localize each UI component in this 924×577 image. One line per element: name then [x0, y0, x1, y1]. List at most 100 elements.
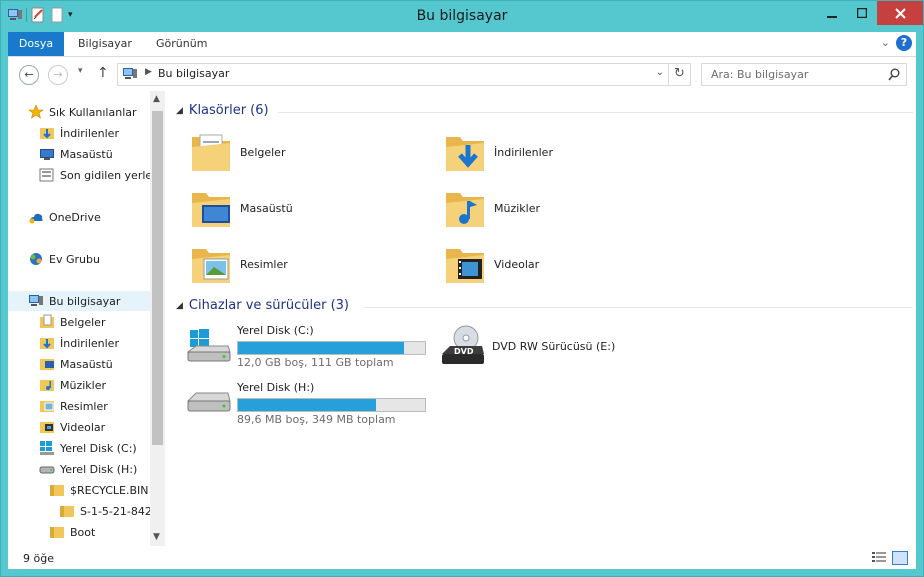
nav-homegroup[interactable]: Ev Grubu [28, 249, 100, 269]
folder-label: Videolar [494, 257, 540, 271]
folder-label: Resimler [240, 257, 288, 271]
collapse-chevron-icon[interactable]: ◢ [176, 301, 183, 311]
tab-view[interactable]: Görünüm [156, 32, 207, 56]
folder-tile-downloads[interactable]: İndirilenler [444, 129, 553, 175]
nav-onedrive-label: OneDrive [49, 210, 101, 224]
desktop-icon [40, 149, 54, 160]
folder-tile-videos[interactable]: Videolar [444, 241, 539, 287]
folder-icon [60, 506, 74, 517]
up-arrow-icon[interactable]: ↑ [97, 65, 109, 81]
drive-tile-dvd[interactable]: DVD DVD RW Sürücüsü (E:) [440, 324, 615, 368]
nav-item-sid-folder[interactable]: S-1-5-21-842 [59, 501, 150, 521]
desktop-folder-icon [192, 193, 230, 227]
hard-drive-icon [39, 466, 55, 474]
address-dropdown-icon[interactable]: ⌄ [656, 67, 664, 78]
nav-item-downloads-pc[interactable]: İndirilenler [39, 333, 119, 353]
star-icon [28, 104, 44, 119]
window-title: Bu bilgisayar [416, 8, 508, 24]
nav-this-pc[interactable]: Bu bilgisayar [8, 291, 150, 311]
nav-item-label: Yerel Disk (H:) [60, 462, 138, 476]
computer-icon [29, 295, 43, 306]
minimize-button[interactable] [817, 1, 847, 25]
close-button[interactable] [877, 1, 923, 25]
downloads-folder-icon [40, 128, 54, 139]
nav-onedrive[interactable]: OneDrive [28, 207, 101, 227]
status-bar: 9 öğe [8, 546, 916, 569]
devices-heading: Cihazlar ve sürücüler (3) [188, 298, 350, 313]
drive-usage-fill [238, 399, 377, 411]
windows-drive-icon [186, 329, 231, 362]
nav-item-music[interactable]: Müzikler [39, 375, 106, 395]
nav-scrollbar[interactable]: ▲ ▼ [150, 91, 165, 546]
nav-item-label: Videolar [60, 420, 106, 434]
forward-button[interactable]: → [48, 65, 68, 85]
nav-item-recycle-bin[interactable]: $RECYCLE.BIN [49, 480, 148, 500]
folders-group-header[interactable]: ◢ Klasörler (6) [176, 103, 269, 118]
pictures-folder-icon [192, 249, 230, 283]
nav-item-desktop-pc[interactable]: Masaüstü [39, 354, 113, 374]
folder-label: Belgeler [240, 145, 286, 159]
group-divider [278, 112, 913, 113]
tab-file[interactable]: Dosya [8, 32, 64, 56]
scroll-up-icon[interactable]: ▲ [153, 94, 160, 104]
nav-item-downloads[interactable]: İndirilenler [39, 123, 119, 143]
nav-item-label: Müzikler [60, 378, 107, 392]
details-view-icon[interactable] [872, 551, 886, 563]
refresh-button[interactable]: ↻ [668, 64, 690, 85]
videos-folder-icon [40, 422, 54, 433]
expand-ribbon-icon[interactable]: ⌄ [881, 36, 890, 49]
folder-tile-music[interactable]: Müzikler [444, 185, 540, 231]
drive-tile-h[interactable]: Yerel Disk (H:) 89,6 MB boş, 349 MB topl… [186, 381, 436, 429]
nav-item-drive-h[interactable]: Yerel Disk (H:) [39, 459, 137, 479]
scrollbar-thumb[interactable] [152, 111, 163, 445]
folder-tile-desktop[interactable]: Masaüstü [190, 185, 293, 231]
nav-item-label: S-1-5-21-842 [80, 504, 150, 518]
folders-heading: Klasörler (6) [188, 103, 269, 118]
documents-folder-icon [192, 134, 230, 171]
folder-tile-pictures[interactable]: Resimler [190, 241, 288, 287]
address-location[interactable]: Bu bilgisayar [158, 67, 229, 80]
nav-item-label: Son gidilen yerler [60, 168, 150, 182]
devices-group-header[interactable]: ◢ Cihazlar ve sürücüler (3) [176, 298, 349, 313]
drive-tile-c[interactable]: Yerel Disk (C:) 12,0 GB boş, 111 GB topl… [186, 324, 436, 372]
nav-item-pictures[interactable]: Resimler [39, 396, 108, 416]
drive-name: Yerel Disk (H:) [237, 381, 315, 394]
folder-icon [50, 485, 64, 496]
nav-item-videos[interactable]: Videolar [39, 417, 105, 437]
nav-item-recent[interactable]: Son gidilen yerler [39, 165, 150, 185]
downloads-folder-icon [40, 338, 54, 349]
address-bar[interactable]: ▶ Bu bilgisayar ⌄ ↻ [117, 63, 691, 86]
maximize-button[interactable] [847, 1, 877, 25]
back-button[interactable]: ← [19, 65, 39, 85]
explorer-window: ▾ Bu bilgisayar Dosya Bilgisayar Görünüm… [0, 0, 924, 577]
onedrive-icon [29, 213, 43, 224]
scroll-down-icon[interactable]: ▼ [153, 532, 160, 542]
nav-item-label: Yerel Disk (C:) [60, 441, 137, 455]
folder-label: Masaüstü [240, 201, 293, 215]
dvd-drive-icon: DVD [442, 325, 484, 364]
nav-item-desktop[interactable]: Masaüstü [39, 144, 113, 164]
windows-drive-icon [40, 441, 54, 455]
large-icons-view-icon[interactable] [892, 551, 908, 565]
search-box[interactable]: Ara: Bu bilgisayar [701, 63, 907, 86]
drive-name: DVD RW Sürücüsü (E:) [492, 339, 616, 353]
collapse-chevron-icon[interactable]: ◢ [176, 106, 183, 116]
nav-item-boot[interactable]: Boot [49, 522, 95, 542]
pictures-folder-icon [40, 401, 54, 412]
content-pane: ◢ Klasörler (6) Belgeler İndirilenler Ma… [168, 91, 916, 546]
nav-item-label: İndirilenler [60, 126, 119, 140]
nav-favorites-label: Sık Kullanılanlar [49, 105, 137, 119]
nav-item-documents[interactable]: Belgeler [39, 312, 105, 332]
help-icon[interactable]: ? [896, 35, 912, 51]
homegroup-icon [30, 253, 42, 265]
nav-favorites[interactable]: Sık Kullanılanlar [28, 102, 137, 122]
drive-usage-fill [238, 342, 405, 354]
computer-icon [123, 68, 137, 79]
recent-locations-icon[interactable]: ▾ [78, 66, 83, 76]
breadcrumb-separator-icon[interactable]: ▶ [145, 67, 152, 77]
search-icon[interactable] [888, 68, 900, 82]
navigation-pane: Sık Kullanılanlar İndirilenler Masaüstü … [8, 91, 150, 546]
folder-tile-documents[interactable]: Belgeler [190, 129, 285, 175]
tab-computer[interactable]: Bilgisayar [78, 32, 132, 56]
nav-item-drive-c[interactable]: Yerel Disk (C:) [39, 438, 137, 458]
